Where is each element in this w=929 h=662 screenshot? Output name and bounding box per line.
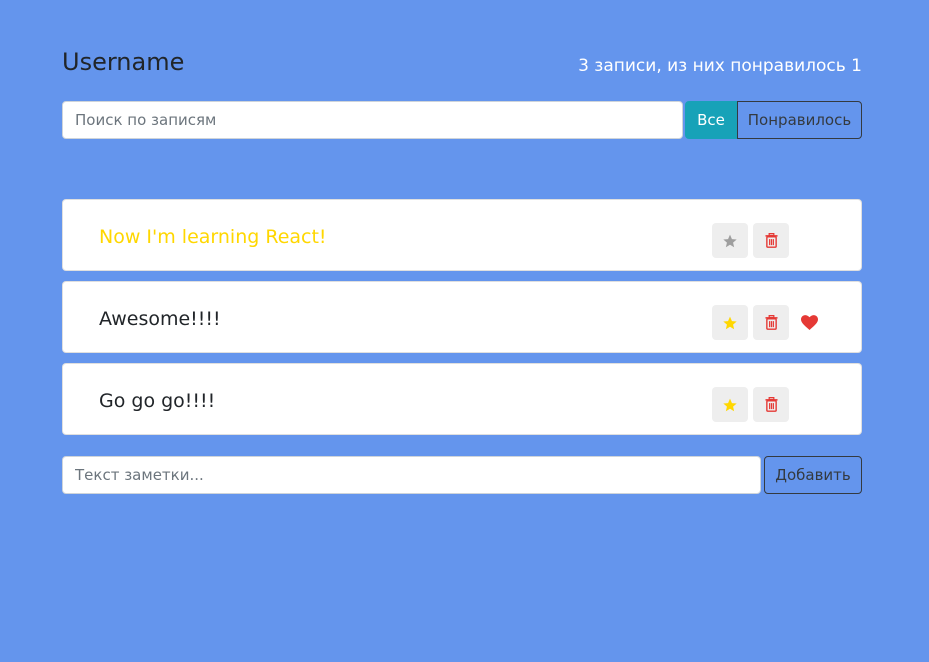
trash-icon [764, 233, 778, 248]
star-icon [723, 234, 737, 247]
posts-stats: 3 записи, из них понравилось 1 [578, 56, 862, 76]
post-label[interactable]: Awesome!!!! [99, 306, 221, 332]
post-label[interactable]: Now I'm learning React! [99, 224, 327, 250]
heart-icon [800, 313, 818, 331]
post-list-item: Now I'm learning React! [62, 199, 862, 271]
post-list-item: Go go go!!!! [62, 363, 862, 435]
star-button[interactable] [712, 223, 748, 258]
search-input[interactable] [62, 101, 683, 139]
add-post-button[interactable]: Добавить [764, 456, 862, 494]
post-list-item: Awesome!!!! [62, 281, 862, 353]
new-post-input[interactable] [62, 456, 761, 494]
app-root: Username 3 записи, из них понравилось 1 … [0, 0, 929, 662]
filter-all-button[interactable]: Все [685, 101, 737, 139]
trash-icon [764, 315, 778, 330]
star-button[interactable] [712, 305, 748, 340]
post-label[interactable]: Go go go!!!! [99, 388, 215, 414]
star-icon [723, 316, 737, 329]
star-icon [723, 398, 737, 411]
delete-button[interactable] [753, 223, 789, 258]
delete-button[interactable] [753, 387, 789, 422]
delete-button[interactable] [753, 305, 789, 340]
filter-liked-button[interactable]: Понравилось [737, 101, 862, 139]
username-title: Username [62, 48, 185, 76]
post-status-filter: Все Понравилось [685, 101, 862, 139]
search-panel: Все Понравилось [62, 101, 862, 139]
app-header: Username 3 записи, из них понравилось 1 [62, 44, 862, 84]
post-list: Now I'm learning React! Awesome!!!! Go g… [62, 199, 862, 445]
post-add-form: Добавить [62, 456, 862, 494]
trash-icon [764, 397, 778, 412]
star-button[interactable] [712, 387, 748, 422]
